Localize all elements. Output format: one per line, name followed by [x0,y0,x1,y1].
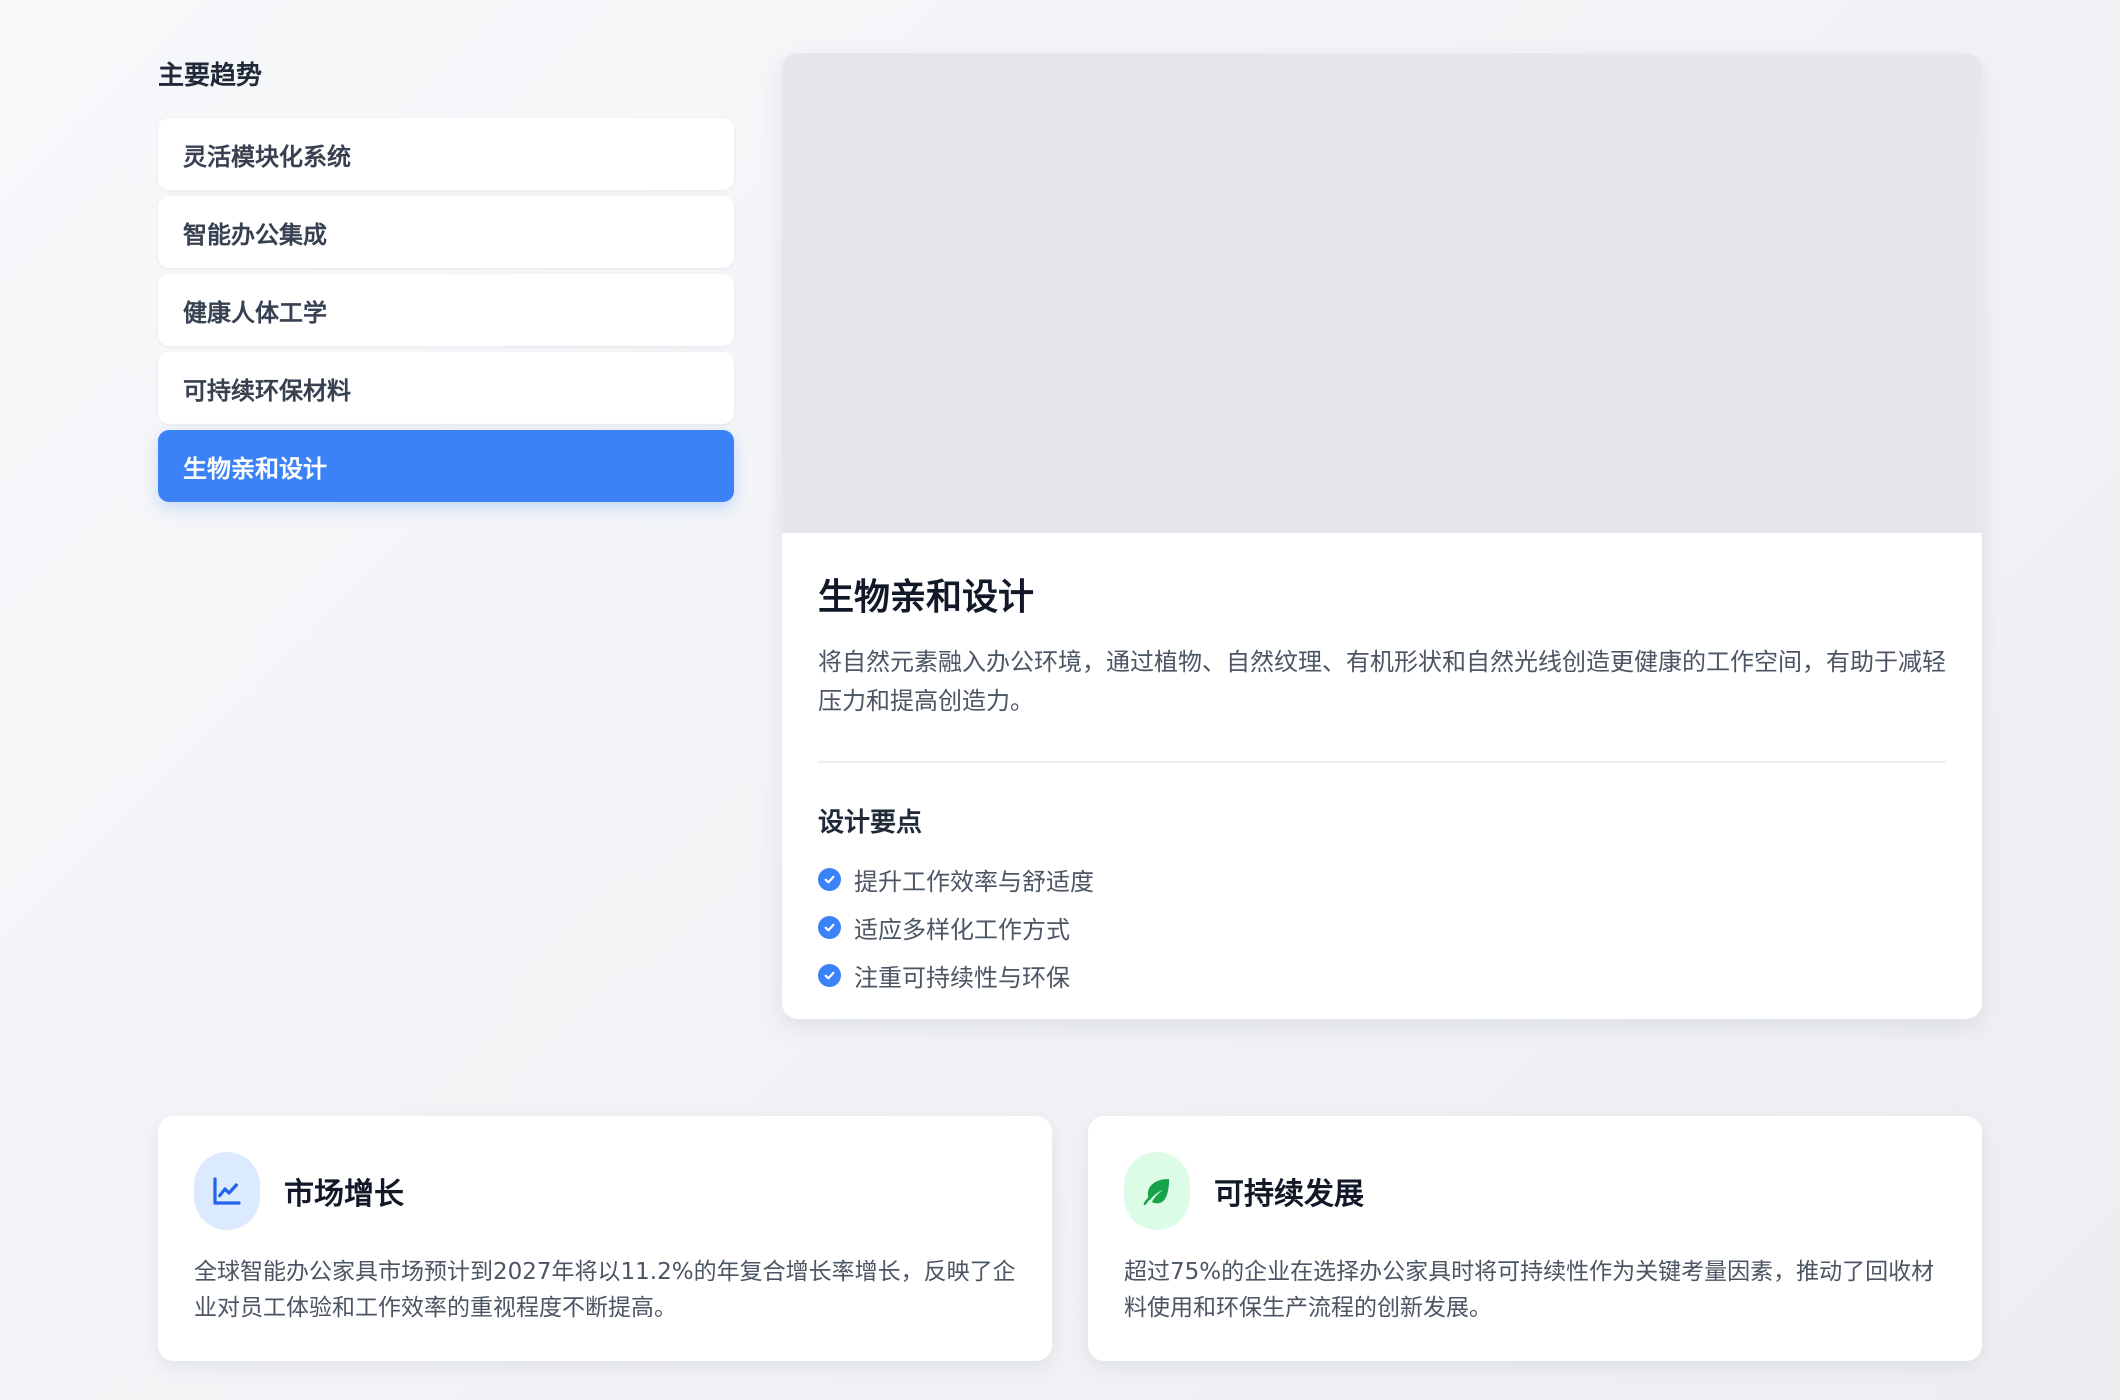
trend-item-modular[interactable]: 灵活模块化系统 [158,118,734,190]
trend-item-label: 可持续环保材料 [183,376,351,405]
trend-item-label: 生物亲和设计 [183,454,327,483]
trend-detail-body: 生物亲和设计 将自然元素融入办公环境，通过植物、自然纹理、有机形状和自然光线创造… [782,533,1982,999]
trend-detail-title: 生物亲和设计 [818,577,1035,618]
sustainability-title: 可持续发展 [1214,1177,1364,1212]
design-points-title: 设计要点 [818,808,923,838]
design-point: 提升工作效率与舒适度 [818,855,1946,903]
design-point-text: 注重可持续性与环保 [854,963,1070,992]
design-points-list: 提升工作效率与舒适度 适应多样化工作方式 注重可持续性与环保 [818,855,1946,999]
market-growth-header: 市场增长 [194,1152,1016,1230]
trend-detail-description: 将自然元素融入办公环境，通过植物、自然纹理、有机形状和自然光线创造更健康的工作空… [818,648,1946,715]
trend-image-placeholder [782,53,1982,533]
sidebar-title: 主要趋势 [158,61,263,91]
sustainability-card: 可持续发展 超过75%的企业在选择办公家具时将可持续性作为关键考量因素，推动了回… [1088,1116,1982,1361]
trend-item-sustainable-materials[interactable]: 可持续环保材料 [158,352,734,424]
check-circle-icon [818,963,841,987]
divider [818,761,1946,763]
trend-item-label: 健康人体工学 [183,298,327,327]
check-circle-icon [818,915,841,939]
trend-list: 灵活模块化系统 智能办公集成 健康人体工学 可持续环保材料 生物亲和设计 [158,118,734,502]
market-growth-description: 全球智能办公家具市场预计到2027年将以11.2%的年复合增长率增长，反映了企业… [194,1259,1016,1321]
design-point: 适应多样化工作方式 [818,903,1946,951]
trend-detail-card: 生物亲和设计 将自然元素融入办公环境，通过植物、自然纹理、有机形状和自然光线创造… [782,53,1982,1019]
trends-sidebar: 主要趋势 灵活模块化系统 智能办公集成 健康人体工学 可持续环保材料 生物亲和设… [158,56,734,502]
design-point-text: 适应多样化工作方式 [854,915,1070,944]
trend-item-label: 灵活模块化系统 [183,142,351,171]
trend-item-label: 智能办公集成 [183,220,327,249]
chart-line-icon [194,1152,260,1230]
trend-item-biophilic-design[interactable]: 生物亲和设计 [158,430,734,502]
trend-item-ergonomics[interactable]: 健康人体工学 [158,274,734,346]
design-point-text: 提升工作效率与舒适度 [854,867,1094,896]
market-growth-title: 市场增长 [284,1177,404,1212]
check-circle-icon [818,867,841,891]
market-growth-card: 市场增长 全球智能办公家具市场预计到2027年将以11.2%的年复合增长率增长，… [158,1116,1052,1361]
leaf-icon [1124,1152,1190,1230]
design-point: 注重可持续性与环保 [818,951,1946,999]
trend-item-smart-office[interactable]: 智能办公集成 [158,196,734,268]
sustainability-header: 可持续发展 [1124,1152,1946,1230]
sustainability-description: 超过75%的企业在选择办公家具时将可持续性作为关键考量因素，推动了回收材料使用和… [1124,1259,1935,1321]
